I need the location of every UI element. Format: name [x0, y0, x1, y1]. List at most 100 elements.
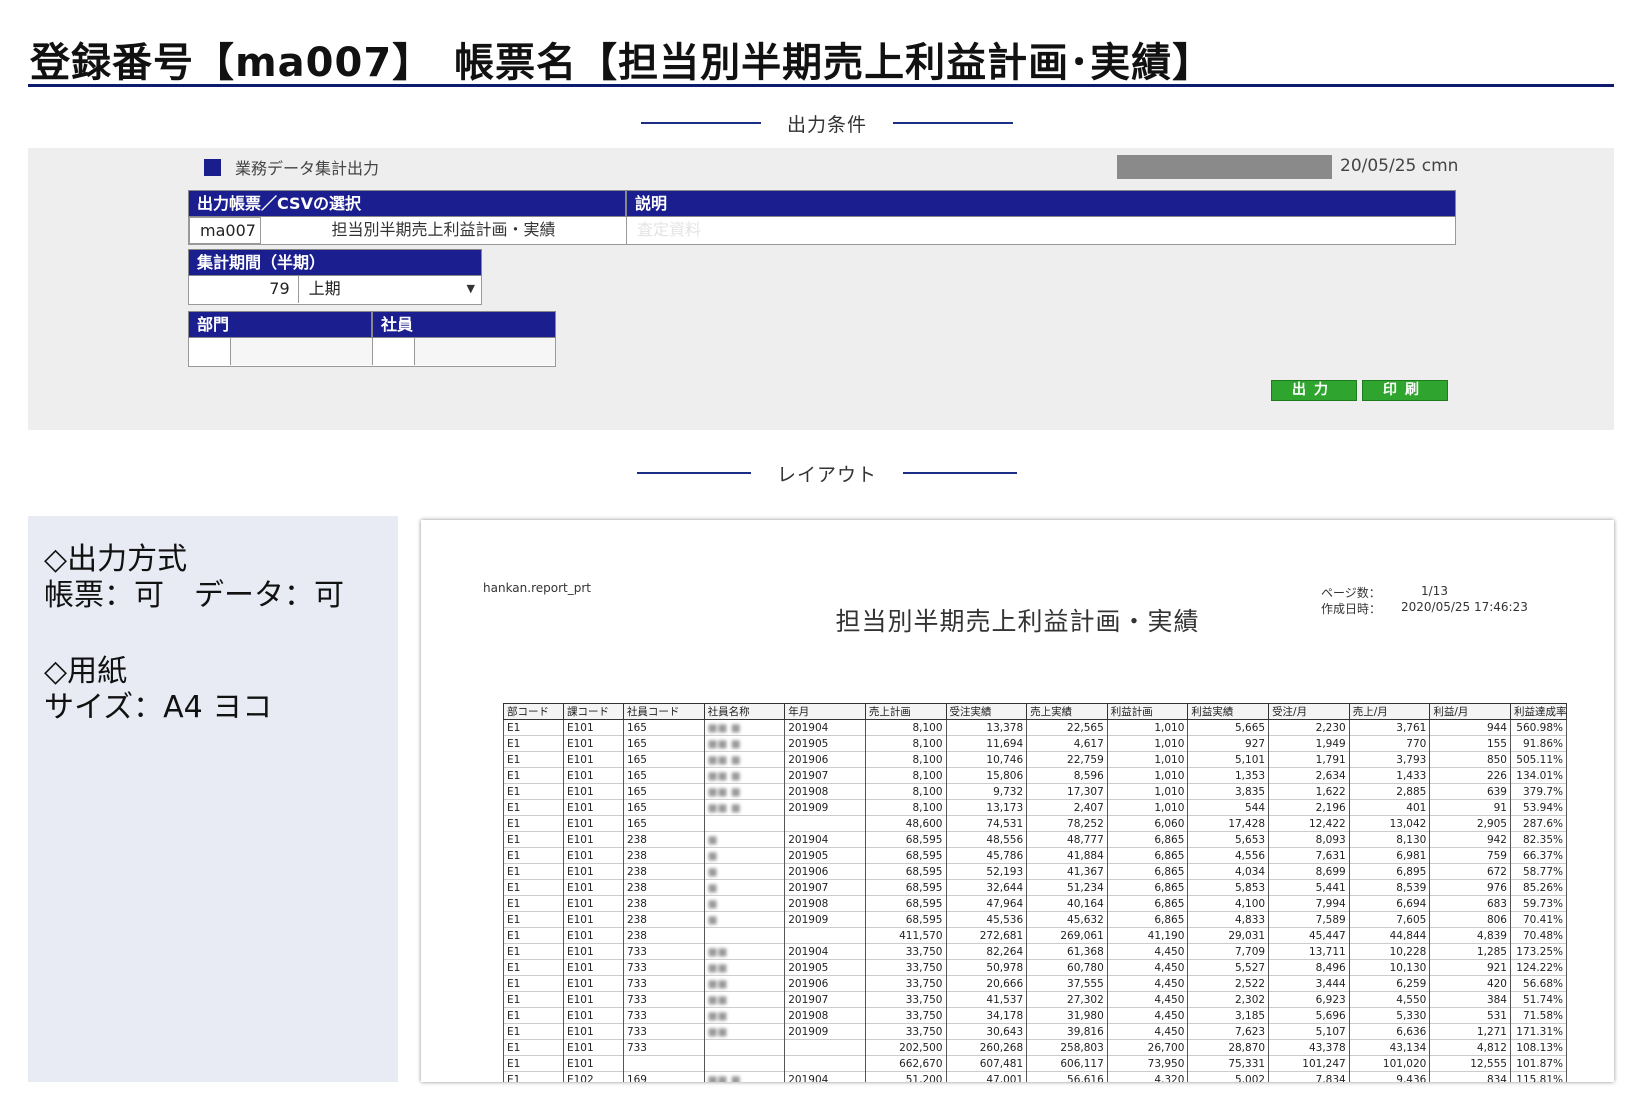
- heading-line-left: [637, 472, 751, 474]
- department-code-input[interactable]: [189, 338, 231, 365]
- table-cell: 3,793: [1348, 751, 1431, 768]
- table-row: E1 E101 165 ■■ ■ 201908 8,100 9,732 17,307 1,010…: [503, 783, 1568, 800]
- table-cell: 238: [622, 911, 705, 928]
- table-cell: 45,632: [1026, 911, 1108, 928]
- table-cell: 1,010: [1106, 767, 1189, 784]
- table-cell: 505.11%: [1509, 751, 1568, 768]
- table-cell: 68,595: [864, 911, 947, 928]
- table-cell: 5,107: [1268, 1023, 1350, 1040]
- table-cell: 9,732: [945, 783, 1028, 800]
- term-number-input[interactable]: 79: [189, 276, 299, 303]
- table-cell: 68,595: [864, 895, 947, 912]
- table-cell: 6,865: [1106, 879, 1189, 896]
- table-cell: ■■: [703, 959, 786, 976]
- table-cell: 4,550: [1348, 991, 1431, 1008]
- table-cell: 124.22%: [1509, 959, 1568, 976]
- department-header: 部門: [188, 311, 372, 338]
- table-cell: 165: [622, 719, 705, 736]
- table-cell: 1,010: [1106, 735, 1189, 752]
- table-cell: 173.25%: [1509, 943, 1568, 960]
- table-cell: E1: [503, 879, 564, 896]
- table-cell: 5,653: [1187, 831, 1270, 848]
- table-cell: 759: [1429, 847, 1511, 864]
- table-cell: 51,234: [1026, 879, 1108, 896]
- table-row: E1 E101 238 ■ 201906 68,595 52,193 41,367 6,865 4…: [503, 863, 1568, 880]
- column-header: 年月: [784, 703, 866, 720]
- department-name-field: [231, 338, 373, 365]
- table-cell: ■■ ■: [703, 799, 786, 816]
- table-cell: 165: [622, 799, 705, 816]
- table-cell: 226: [1429, 767, 1511, 784]
- table-cell: 770: [1348, 735, 1431, 752]
- table-cell: 27,302: [1026, 991, 1108, 1008]
- table-cell: 201904: [784, 831, 866, 848]
- table-cell: 68,595: [864, 831, 947, 848]
- table-cell: 6,865: [1106, 831, 1189, 848]
- table-cell: 165: [622, 783, 705, 800]
- table-cell: 11,694: [945, 735, 1028, 752]
- table-cell: 201908: [784, 783, 866, 800]
- table-row: E1 E101 238 411,570 272,681 269,061 41,190 29,0…: [503, 927, 1568, 944]
- table-cell: 5,527: [1187, 959, 1270, 976]
- table-cell: [784, 1039, 866, 1056]
- table-cell: ■■: [703, 1007, 786, 1024]
- report-name-field[interactable]: 担当別半期売上利益計画・実績: [261, 217, 627, 244]
- report-code-field[interactable]: ma007: [189, 217, 261, 244]
- table-cell: 7,623: [1187, 1023, 1270, 1040]
- table-cell: 806: [1429, 911, 1511, 928]
- table-cell: E1: [503, 943, 564, 960]
- print-button[interactable]: 印刷: [1362, 380, 1448, 401]
- table-cell: 8,100: [864, 767, 947, 784]
- description-header: 説明: [626, 190, 1456, 217]
- table-cell: E101: [562, 879, 624, 896]
- table-row: E1 E101 165 ■■ ■ 201907 8,100 15,806 8,596 1,010…: [503, 767, 1568, 784]
- table-cell: 4,450: [1106, 1023, 1189, 1040]
- table-cell: [622, 1055, 705, 1072]
- table-cell: 12,422: [1268, 815, 1350, 832]
- output-button[interactable]: 出力: [1271, 380, 1357, 401]
- table-cell: E1: [503, 959, 564, 976]
- table-row: E1 E101 165 ■■ ■ 201905 8,100 11,694 4,617 1,010…: [503, 735, 1568, 752]
- table-cell: 17,307: [1026, 783, 1108, 800]
- layout-heading-text: レイアウト: [776, 463, 877, 486]
- table-cell: 22,759: [1026, 751, 1108, 768]
- table-cell: 115.81%: [1509, 1071, 1568, 1082]
- table-cell: 48,600: [864, 815, 947, 832]
- table-cell: 269,061: [1026, 927, 1108, 944]
- table-cell: E101: [562, 1039, 624, 1056]
- table-cell: 2,885: [1348, 783, 1431, 800]
- table-cell: [784, 815, 866, 832]
- column-header: 売上計画: [864, 703, 947, 720]
- table-row: E1 E101 165 ■■ ■ 201909 8,100 13,173 2,407 1,010…: [503, 799, 1568, 816]
- table-cell: 10,228: [1348, 943, 1431, 960]
- table-cell: 13,378: [945, 719, 1028, 736]
- table-cell: 13,711: [1268, 943, 1350, 960]
- table-cell: 1,010: [1106, 799, 1189, 816]
- table-cell: E101: [562, 911, 624, 928]
- half-select[interactable]: 上期 ▼: [298, 276, 481, 303]
- table-cell: E101: [562, 735, 624, 752]
- table-row: E1 E101 238 ■ 201905 68,595 45,786 41,884 6,865 4…: [503, 847, 1568, 864]
- table-cell: 101.87%: [1509, 1055, 1568, 1072]
- table-row: E1 E101 733 202,500 260,268 258,803 26,700 28,8…: [503, 1039, 1568, 1056]
- table-cell: 6,981: [1348, 847, 1431, 864]
- table-cell: 1,353: [1187, 767, 1270, 784]
- dropdown-arrow-icon: ▼: [466, 282, 475, 295]
- table-row: E1 E101 238 ■ 201907 68,595 32,644 51,234 6,865 5…: [503, 879, 1568, 896]
- table-cell: 379.7%: [1509, 783, 1568, 800]
- period-header: 集計期間（半期）: [188, 249, 482, 276]
- table-cell: E1: [503, 1071, 564, 1082]
- employee-code-input[interactable]: [373, 338, 415, 365]
- table-cell: 5,441: [1268, 879, 1350, 896]
- table-cell: 944: [1429, 719, 1511, 736]
- table-cell: ■■: [703, 975, 786, 992]
- table-cell: 662,670: [864, 1055, 947, 1072]
- paper-size-value: サイズ：A4 ヨコ: [44, 690, 273, 725]
- table-cell: 20,666: [945, 975, 1028, 992]
- table-cell: 4,839: [1429, 927, 1511, 944]
- table-cell: 28,870: [1187, 1039, 1270, 1056]
- table-cell: 2,196: [1268, 799, 1350, 816]
- report-select-row[interactable]: ma007 担当別半期売上利益計画・実績 査定資料: [188, 217, 1456, 245]
- table-cell: ■: [703, 831, 786, 848]
- table-row: E1 E101 165 ■■ ■ 201904 8,100 13,378 22,565 1,01…: [503, 719, 1568, 736]
